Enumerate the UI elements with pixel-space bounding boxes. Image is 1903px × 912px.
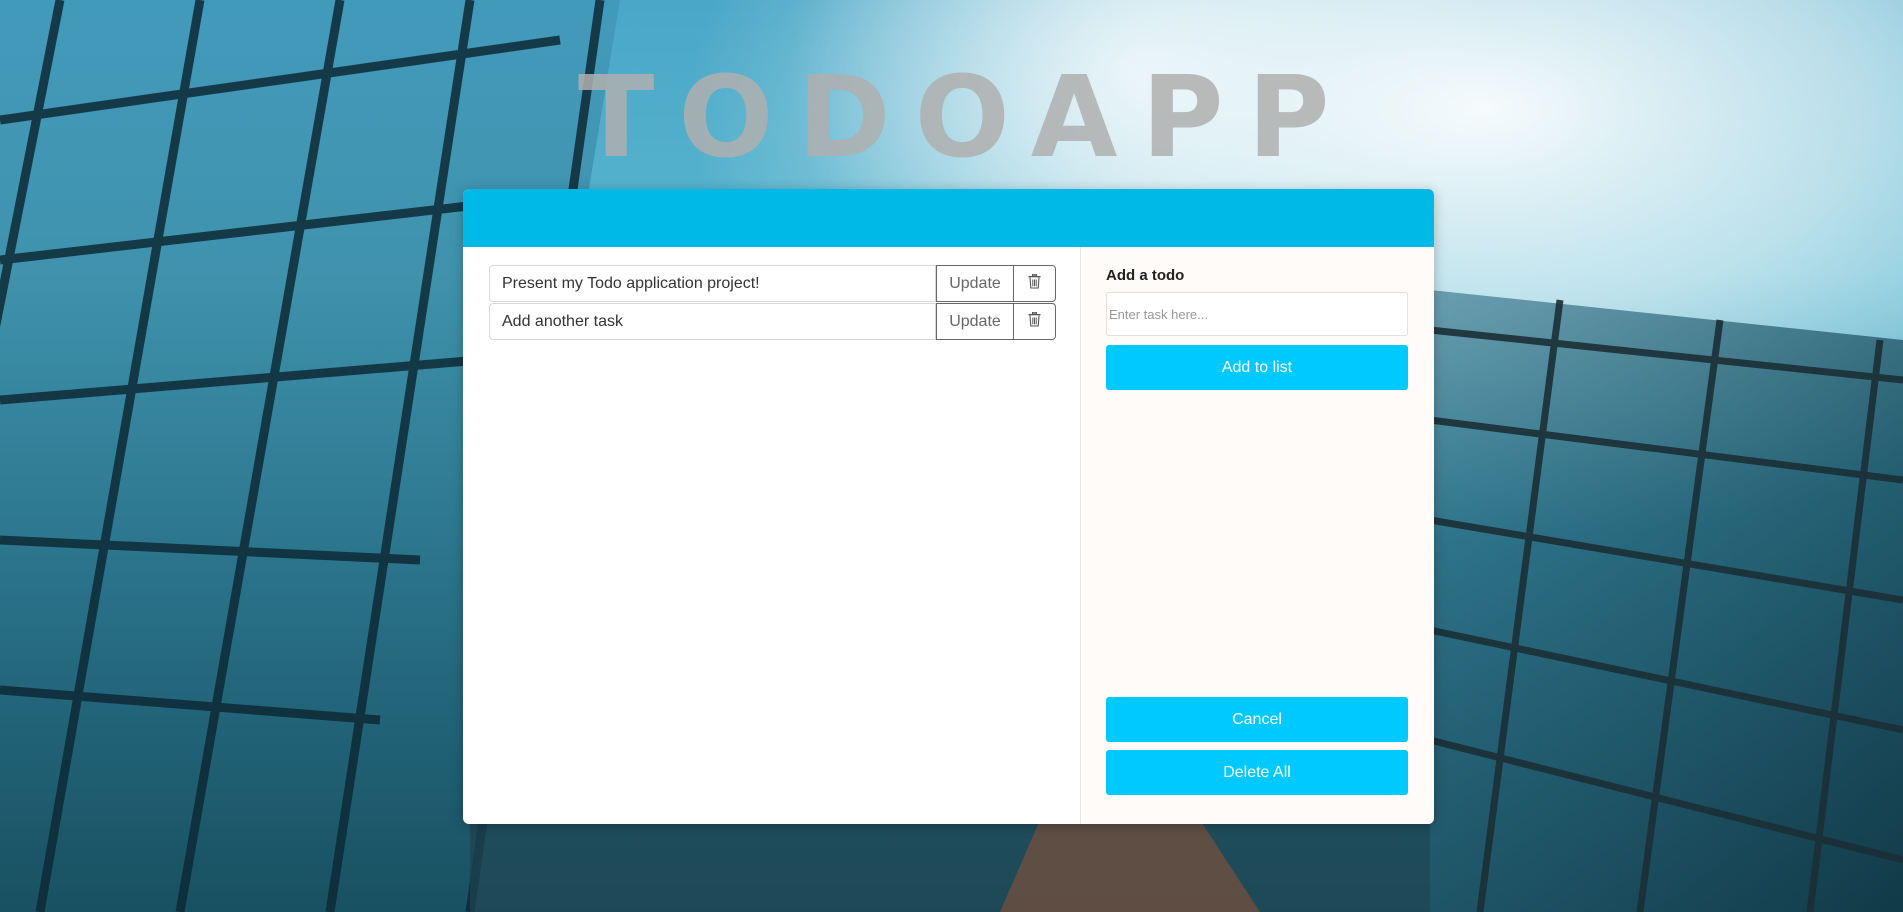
- todo-card: Present my Todo application project! Upd…: [463, 189, 1434, 824]
- card-body: Present my Todo application project! Upd…: [463, 247, 1434, 824]
- task-input[interactable]: [1106, 292, 1408, 336]
- todo-item-text[interactable]: Add another task: [489, 303, 936, 340]
- todo-item-text[interactable]: Present my Todo application project!: [489, 265, 936, 302]
- cancel-button[interactable]: Cancel: [1106, 697, 1408, 742]
- todo-item: Present my Todo application project! Upd…: [489, 265, 1056, 302]
- trash-icon: [1028, 273, 1041, 294]
- todo-list: Present my Todo application project! Upd…: [463, 247, 1081, 824]
- add-todo-label: Add a todo: [1106, 267, 1185, 284]
- add-to-list-button[interactable]: Add to list: [1106, 345, 1408, 390]
- app-brand-title: TODOAPP: [578, 53, 1354, 183]
- delete-button[interactable]: [1014, 265, 1056, 302]
- delete-button[interactable]: [1014, 303, 1056, 340]
- todo-item: Add another task Update: [489, 303, 1056, 340]
- delete-all-button[interactable]: Delete All: [1106, 750, 1408, 795]
- update-button[interactable]: Update: [936, 303, 1014, 340]
- update-button[interactable]: Update: [936, 265, 1014, 302]
- trash-icon: [1028, 311, 1041, 332]
- add-todo-panel: Add a todo Add to list Cancel Delete All: [1081, 247, 1434, 824]
- card-header: [463, 189, 1434, 247]
